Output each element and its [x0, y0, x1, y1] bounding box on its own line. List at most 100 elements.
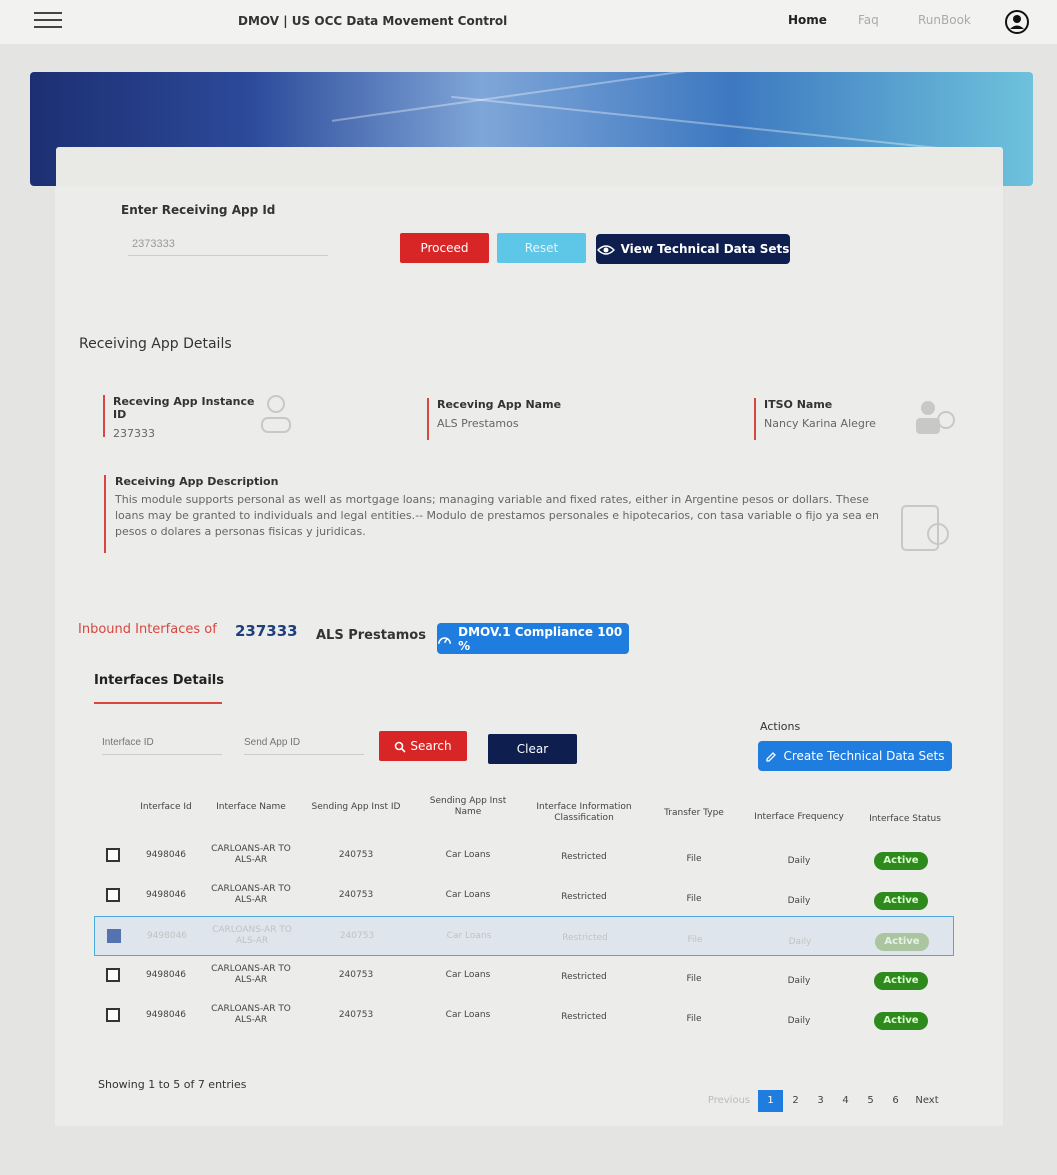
create-technical-data-sets-button[interactable]: Create Technical Data Sets	[758, 741, 952, 771]
enter-app-id-label: Enter Receiving App Id	[121, 203, 276, 217]
cell-transfer-type: File	[686, 974, 702, 984]
col-frequency[interactable]: Interface Frequency	[744, 812, 854, 823]
compliance-label: DMOV.1 Compliance 100 %	[458, 624, 623, 653]
cell-sending-app-name: Car Loans	[445, 850, 491, 860]
pagination-next[interactable]: Next	[908, 1090, 946, 1112]
cell-classification: Restricted	[561, 852, 607, 862]
pagination-page-4[interactable]: 4	[833, 1090, 858, 1112]
itso-name-value: Nancy Karina Alegre	[764, 417, 876, 430]
itso-name-field: ITSO Name Nancy Karina Alegre	[754, 398, 904, 440]
row-checkbox[interactable]	[107, 929, 121, 943]
col-transfer-type[interactable]: Transfer Type	[654, 808, 734, 819]
cell-classification: Restricted	[561, 972, 607, 982]
cell-sending-app-id: 240753	[338, 970, 374, 980]
pagination-page-3[interactable]: 3	[808, 1090, 833, 1112]
interfaces-table: Interface Id Interface Name Sending App …	[94, 782, 954, 1030]
banner-strip	[56, 147, 1003, 186]
cell-transfer-type: File	[686, 1014, 702, 1024]
compliance-badge[interactable]: DMOV.1 Compliance 100 %	[437, 623, 629, 654]
view-technical-data-sets-button[interactable]: View Technical Data Sets	[596, 234, 790, 264]
nav-home[interactable]: Home	[788, 13, 827, 27]
nav-runbook[interactable]: RunBook	[918, 13, 971, 27]
row-checkbox[interactable]	[106, 888, 120, 902]
top-bar: DMOV | US OCC Data Movement Control Home…	[0, 0, 1057, 44]
app-title: DMOV | US OCC Data Movement Control	[238, 14, 508, 28]
table-row[interactable]: 9498046 CARLOANS-AR TO ALS-AR 240753 Car Lo…	[94, 836, 954, 876]
status-badge: Active	[874, 892, 928, 910]
reset-button[interactable]: Reset	[497, 233, 586, 263]
cell-interface-id: 9498046	[146, 931, 188, 941]
cell-sending-app-name: Car Loans	[445, 890, 491, 900]
cell-interface-name: CARLOANS-AR TO ALS-AR	[211, 1004, 291, 1025]
cell-interface-id: 9498046	[145, 850, 187, 860]
pagination-previous[interactable]: Previous	[700, 1090, 758, 1112]
row-checkbox[interactable]	[106, 848, 120, 862]
table-row[interactable]: 9498046 CARLOANS-AR TO ALS-AR 240753 Car Lo…	[94, 996, 954, 1036]
table-row[interactable]: 9498046 CARLOANS-AR TO ALS-AR 240753 Car Lo…	[94, 916, 954, 956]
nav-faq[interactable]: Faq	[858, 13, 879, 27]
cell-transfer-type: File	[686, 854, 702, 864]
send-app-id-input[interactable]	[244, 731, 364, 755]
status-badge: Active	[875, 933, 929, 951]
cell-classification: Restricted	[561, 1012, 607, 1022]
pagination-page-1[interactable]: 1	[758, 1090, 783, 1112]
receiving-app-details-title: Receiving App Details	[79, 336, 232, 352]
tab-interfaces-details[interactable]: Interfaces Details	[94, 673, 224, 688]
status-badge: Active	[874, 972, 928, 990]
cell-frequency: Daily	[787, 1016, 811, 1026]
row-checkbox[interactable]	[106, 968, 120, 982]
user-icon[interactable]	[1004, 9, 1030, 35]
app-description-value: This module supports personal as well as…	[115, 493, 879, 538]
search-icon	[395, 741, 406, 753]
cell-frequency: Daily	[787, 896, 811, 906]
actions-label: Actions	[760, 720, 801, 733]
menu-icon[interactable]	[34, 12, 62, 32]
pagination-page-2[interactable]: 2	[783, 1090, 808, 1112]
search-button-label: Search	[410, 739, 452, 753]
table-header: Interface Id Interface Name Sending App …	[94, 782, 954, 842]
cell-sending-app-id: 240753	[338, 890, 374, 900]
entries-summary: Showing 1 to 5 of 7 entries	[98, 1078, 247, 1091]
inbound-app-name: ALS Prestamos	[316, 628, 426, 643]
cell-transfer-type: File	[686, 894, 702, 904]
instance-id-field: Receving App Instance ID 237333	[103, 395, 263, 440]
app-name-value: ALS Prestamos	[437, 417, 519, 430]
eye-icon	[596, 244, 615, 255]
app-name-field: Receving App Name ALS Prestamos	[427, 398, 587, 440]
pagination-page-5[interactable]: 5	[858, 1090, 883, 1112]
row-checkbox[interactable]	[106, 1008, 120, 1022]
cell-interface-id: 9498046	[145, 890, 187, 900]
person-group-icon	[916, 401, 955, 434]
hero-banner	[30, 72, 1033, 186]
cell-interface-id: 9498046	[145, 1010, 187, 1020]
create-technical-data-sets-label: Create Technical Data Sets	[783, 749, 945, 763]
col-interface-name[interactable]: Interface Name	[206, 802, 296, 813]
cell-interface-name: CARLOANS-AR TO ALS-AR	[212, 925, 292, 946]
cell-sending-app-id: 240753	[338, 850, 374, 860]
cell-sending-app-name: Car Loans	[445, 1010, 491, 1020]
app-id-input[interactable]	[128, 232, 328, 256]
proceed-button[interactable]: Proceed	[400, 233, 489, 263]
col-status[interactable]: Interface Status	[860, 814, 950, 825]
status-badge: Active	[874, 852, 928, 870]
interface-id-input[interactable]	[102, 731, 222, 755]
cell-frequency: Daily	[787, 856, 811, 866]
app-description-label: Receiving App Description	[115, 475, 279, 488]
cell-frequency: Daily	[788, 937, 812, 947]
table-row[interactable]: 9498046 CARLOANS-AR TO ALS-AR 240753 Car Lo…	[94, 876, 954, 916]
clear-button[interactable]: Clear	[488, 734, 577, 764]
pagination-page-6[interactable]: 6	[883, 1090, 908, 1112]
col-sending-app-id[interactable]: Sending App Inst ID	[306, 802, 406, 813]
cell-interface-id: 9498046	[145, 970, 187, 980]
cell-transfer-type: File	[687, 935, 703, 945]
col-classification[interactable]: Interface Information Classification	[524, 802, 644, 824]
app-name-label: Receving App Name	[437, 398, 562, 411]
col-interface-id[interactable]: Interface Id	[136, 802, 196, 813]
cell-frequency: Daily	[787, 976, 811, 986]
cell-sending-app-id: 240753	[339, 931, 375, 941]
col-sending-app-name[interactable]: Sending App Inst Name	[428, 796, 508, 818]
table-row[interactable]: 9498046 CARLOANS-AR TO ALS-AR 240753 Car Lo…	[94, 956, 954, 996]
tab-active-underline	[94, 702, 222, 704]
search-button[interactable]: Search	[379, 731, 467, 761]
cell-interface-name: CARLOANS-AR TO ALS-AR	[211, 844, 291, 865]
